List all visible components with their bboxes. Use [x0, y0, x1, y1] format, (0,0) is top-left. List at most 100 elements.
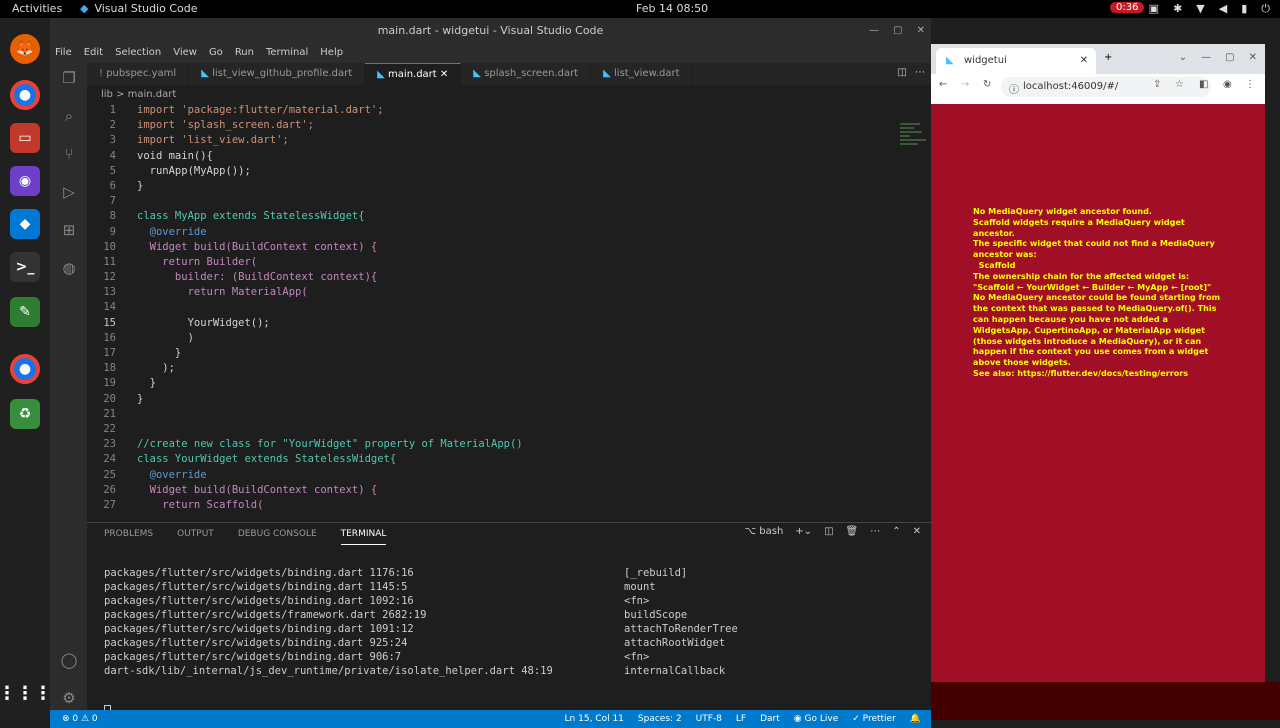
language-mode[interactable]: Dart [760, 710, 780, 728]
text-editor-icon[interactable]: ✎ [10, 297, 40, 327]
code-line[interactable]: 6} [87, 180, 887, 195]
bookmark-star-icon[interactable]: ☆ [1175, 79, 1184, 90]
code-line[interactable]: 23 //create new class for "YourWidget" pr… [87, 438, 887, 453]
explorer-icon[interactable]: ❐ [58, 69, 80, 91]
new-terminal-icon[interactable]: +⌄ [795, 526, 812, 537]
menu-run[interactable]: Run [235, 43, 254, 63]
terminal-output-right[interactable]: [_rebuild] mount <fn> buildScope attachToRen… [624, 566, 738, 678]
maximize-panel-icon[interactable]: ⌃ [892, 526, 900, 537]
share-icon[interactable]: ⇪ [1153, 79, 1161, 90]
close-panel-icon[interactable]: ✕ [913, 526, 921, 537]
code-line[interactable]: 13 return MaterialApp( [87, 286, 887, 301]
more-icon[interactable]: ⋯ [870, 526, 880, 537]
code-line[interactable]: 21 [87, 408, 887, 423]
run-debug-icon[interactable]: ▷ [58, 183, 80, 205]
chrome-icon[interactable]: ● [10, 80, 40, 110]
tab-pubspec[interactable]: ! pubspec.yaml [87, 63, 190, 85]
terminal-icon[interactable]: >_ [10, 252, 40, 282]
tab-search-icon[interactable]: ⌄ [1179, 52, 1187, 63]
breadcrumb[interactable]: lib > main.dart [87, 86, 176, 104]
menu-file[interactable]: File [55, 43, 72, 63]
tab-main-dart[interactable]: ◣ main.dart ✕ [365, 63, 462, 85]
activities-button[interactable]: Activities [12, 2, 62, 15]
minimize-icon[interactable]: — [869, 18, 879, 43]
encoding[interactable]: UTF-8 [696, 710, 722, 728]
recording-indicator[interactable]: 0:36 [1110, 2, 1145, 13]
code-line[interactable]: 11 return Builder( [87, 256, 887, 271]
notifications-icon[interactable]: 🔔 [910, 710, 921, 728]
browser-tab[interactable]: ◣ widgetui ✕ [936, 48, 1096, 74]
source-control-icon[interactable]: ⑂ [58, 145, 80, 167]
tab-problems[interactable]: PROBLEMS [104, 523, 153, 545]
code-line[interactable]: 16 ) [87, 332, 887, 347]
manage-gear-icon[interactable]: ⚙ [58, 689, 80, 711]
clock[interactable]: Feb 14 08:50 [636, 2, 708, 15]
menu-view[interactable]: View [173, 43, 197, 63]
trash-icon[interactable]: ♻ [10, 399, 40, 429]
code-line[interactable]: 24 class YourWidget extends StatelessWidg… [87, 453, 887, 468]
code-line[interactable]: 22 [87, 423, 887, 438]
tab-debug-console[interactable]: DEBUG CONSOLE [238, 523, 317, 545]
tab-list-view[interactable]: ◣ list_view.dart [591, 63, 693, 85]
account-icon[interactable]: ◯ [58, 651, 80, 673]
go-live-button[interactable]: ◉ Go Live [794, 710, 838, 728]
new-tab-icon[interactable]: + [1104, 52, 1112, 63]
kill-terminal-icon[interactable]: 🗑 [846, 526, 859, 537]
menu-icon[interactable]: ⋮ [1245, 79, 1255, 90]
minimize-icon[interactable]: — [1201, 52, 1211, 63]
maximize-icon[interactable]: ▢ [1225, 52, 1234, 63]
code-line[interactable]: 12 builder: (BuildContext context){ [87, 271, 887, 286]
side-panel-icon[interactable]: ◧ [1199, 79, 1208, 90]
problems-count[interactable]: ⊗ 0 ⚠ 0 [62, 710, 98, 728]
code-line[interactable]: 2 import 'splash_screen.dart'; [87, 119, 887, 134]
code-line[interactable]: 20} [87, 393, 887, 408]
close-icon[interactable]: ✕ [917, 18, 925, 43]
show-apps-icon[interactable]: ⋮⋮⋮ [0, 678, 52, 708]
menu-selection[interactable]: Selection [115, 43, 161, 63]
profile-icon[interactable]: ◉ [1223, 79, 1232, 90]
tab-list-view-github-profile[interactable]: ◣ list_view_github_profile.dart [189, 63, 366, 85]
close-icon[interactable]: ✕ [1249, 52, 1257, 63]
search-icon[interactable]: ⌕ [58, 107, 80, 129]
code-line[interactable]: 19 } [87, 377, 887, 392]
close-tab-icon[interactable]: ✕ [1080, 55, 1088, 66]
indentation[interactable]: Spaces: 2 [638, 710, 682, 728]
code-line[interactable]: 27 return Scaffold( [87, 499, 887, 514]
code-line[interactable]: 10 Widget build(BuildContext context) { [87, 241, 887, 256]
menu-help[interactable]: Help [320, 43, 343, 63]
split-terminal-icon[interactable]: ◫ [824, 526, 833, 537]
code-line[interactable]: 5 runApp(MyApp()); [87, 165, 887, 180]
more-actions-icon[interactable]: ⋯ [915, 67, 925, 78]
code-line[interactable]: 15 YourWidget(); [87, 317, 887, 332]
code-editor[interactable]: 1 import 'package:flutter/material.dart';… [87, 104, 887, 524]
tab-splash-screen[interactable]: ◣ splash_screen.dart [461, 63, 592, 85]
split-editor-icon[interactable]: ◫ [898, 67, 907, 78]
prettier-button[interactable]: ✓ Prettier [852, 710, 896, 728]
back-icon[interactable]: ← [939, 79, 947, 90]
code-line[interactable]: 17 } [87, 347, 887, 362]
tab-terminal[interactable]: TERMINAL [340, 523, 387, 545]
menu-terminal[interactable]: Terminal [266, 43, 308, 63]
code-line[interactable]: 9 @override [87, 226, 887, 241]
code-line[interactable]: 1 import 'package:flutter/material.dart'; [87, 104, 887, 119]
files-icon[interactable]: ▭ [10, 123, 40, 153]
code-line[interactable]: 8 class MyApp extends StatelessWidget{ [87, 210, 887, 225]
code-line[interactable]: 3 import 'list_view.dart'; [87, 134, 887, 149]
vscode-dock-icon[interactable]: ◆ [10, 209, 40, 239]
code-line[interactable]: 25 @override [87, 469, 887, 484]
code-line[interactable]: 14 [87, 301, 887, 316]
code-line[interactable]: 7 [87, 195, 887, 210]
system-tray[interactable]: ▣ ✱ ▼ ◀ ▮ ⏻ [1149, 2, 1270, 16]
chrome-icon-2[interactable]: ● [10, 354, 40, 384]
code-line[interactable]: 4 void main(){ [87, 150, 887, 165]
terminal-shell[interactable]: ⌥ bash [745, 526, 784, 537]
minimap[interactable] [900, 123, 930, 163]
line-ending[interactable]: LF [736, 710, 746, 728]
github-icon[interactable]: ◉ [10, 166, 40, 196]
extensions-icon[interactable]: ⊞ [58, 221, 80, 243]
reload-icon[interactable]: ↻ [983, 79, 991, 90]
tab-output[interactable]: OUTPUT [177, 523, 214, 545]
active-app-label[interactable]: ◆ Visual Studio Code [80, 2, 198, 15]
remote-explorer-icon[interactable]: ◍ [58, 259, 80, 281]
maximize-icon[interactable]: ▢ [893, 18, 902, 43]
